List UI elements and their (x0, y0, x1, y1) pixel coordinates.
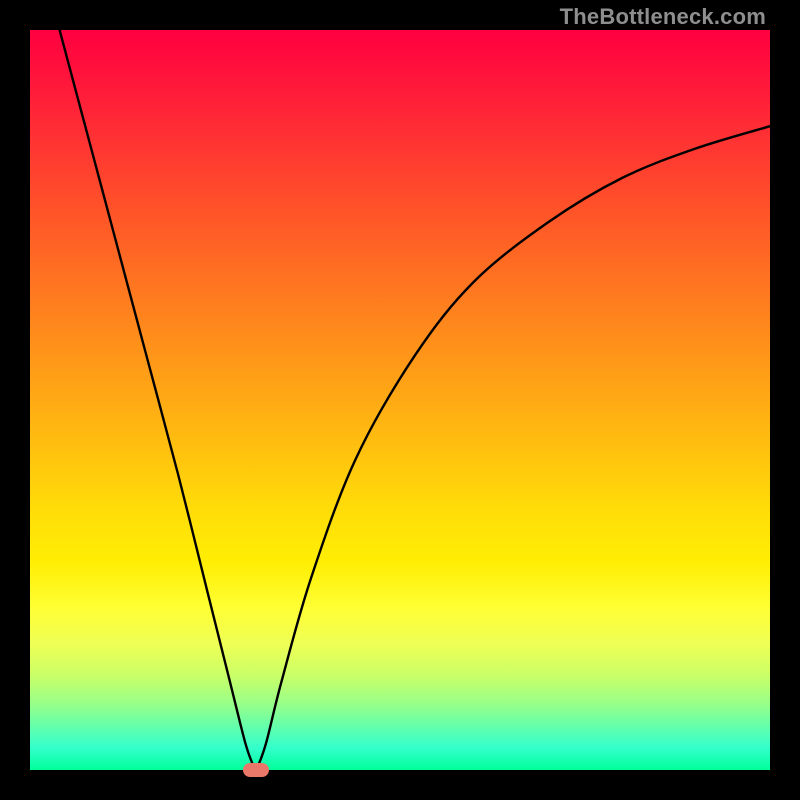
bottleneck-curve (30, 30, 770, 770)
plot-area (30, 30, 770, 770)
watermark-text: TheBottleneck.com (560, 4, 766, 30)
minimum-marker (243, 763, 269, 777)
chart-frame: TheBottleneck.com (0, 0, 800, 800)
